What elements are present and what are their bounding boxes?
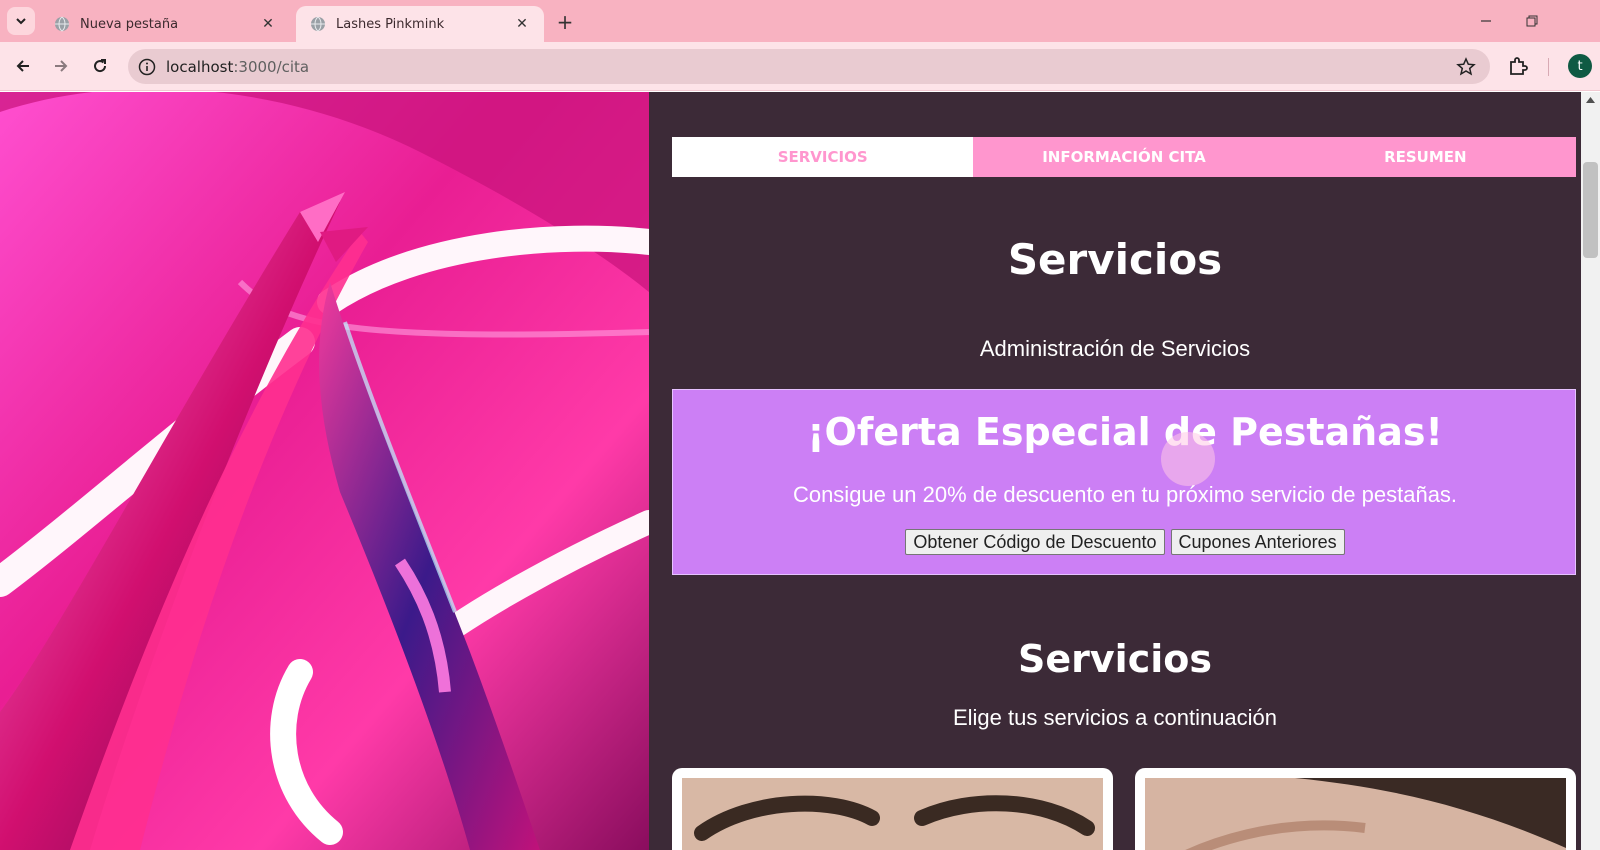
admin-section-subtitle: Administración de Servicios <box>979 336 1251 361</box>
site-info-icon[interactable] <box>138 58 156 76</box>
scroll-up-arrow-icon[interactable] <box>1585 96 1596 104</box>
back-button[interactable] <box>8 51 38 81</box>
toolbar-divider <box>1548 58 1549 76</box>
forward-button[interactable] <box>46 51 76 81</box>
eyelash-photo <box>1145 778 1566 850</box>
url-path: :3000/cita <box>233 57 310 76</box>
offer-actions: Obtener Código de Descuento Cupones Ante… <box>673 529 1577 555</box>
close-tab-icon[interactable]: ✕ <box>512 14 532 34</box>
extensions-puzzle-icon[interactable] <box>1506 54 1530 78</box>
services-section-title: Servicios <box>1018 637 1212 681</box>
eyebrows-photo <box>682 778 1103 850</box>
tab-resumen[interactable]: RESUMEN <box>1274 137 1576 177</box>
new-tab-button[interactable]: + <box>552 9 578 35</box>
minimize-button[interactable] <box>1472 8 1500 34</box>
tab-search-button[interactable] <box>7 7 35 35</box>
arrow-right-icon <box>55 60 68 72</box>
service-card[interactable] <box>1135 768 1576 850</box>
minimize-icon <box>1481 20 1491 22</box>
close-tab-icon[interactable]: ✕ <box>258 14 278 34</box>
address-bar[interactable]: localhost:3000/cita <box>128 49 1490 84</box>
cursor-highlight <box>1161 432 1215 486</box>
services-section-subtitle: Elige tus servicios a continuación <box>952 705 1278 730</box>
offer-title: ¡Oferta Especial de Pestañas! <box>807 410 1443 454</box>
tab-lashes-pinkmink[interactable]: Lashes Pinkmink ✕ <box>296 6 544 42</box>
restore-button[interactable] <box>1518 8 1546 34</box>
reload-button[interactable] <box>85 51 115 81</box>
get-discount-code-button[interactable]: Obtener Código de Descuento <box>905 529 1165 555</box>
offer-description: Consigue un 20% de descuento en tu próxi… <box>792 482 1458 507</box>
hero-illustration <box>0 92 649 850</box>
restore-icon <box>1526 15 1538 27</box>
arrow-left-icon <box>16 60 29 72</box>
service-card[interactable] <box>672 768 1113 850</box>
globe-icon <box>55 16 69 32</box>
globe-icon <box>311 16 325 32</box>
browser-tab-strip: Nueva pestaña ✕ Lashes Pinkmink ✕ + <box>0 0 1600 42</box>
tab-title: Nueva pestaña <box>80 16 179 32</box>
special-offer-banner: ¡Oferta Especial de Pestañas! Consigue u… <box>672 389 1576 575</box>
profile-avatar[interactable]: t <box>1568 54 1592 78</box>
chevron-down-icon <box>16 18 26 25</box>
scrollbar-thumb[interactable] <box>1583 162 1598 258</box>
page-viewport: SERVICIOS INFORMACIÓN CITA RESUMEN Servi… <box>0 92 1600 850</box>
tab-title: Lashes Pinkmink <box>336 16 445 32</box>
main-content: SERVICIOS INFORMACIÓN CITA RESUMEN Servi… <box>649 92 1581 850</box>
tab-nueva-pestana[interactable]: Nueva pestaña ✕ <box>40 6 290 42</box>
url-text[interactable]: localhost:3000/cita <box>166 58 309 76</box>
tab-servicios[interactable]: SERVICIOS <box>672 137 974 177</box>
url-host: localhost <box>166 57 234 76</box>
tab-informacion-cita[interactable]: INFORMACIÓN CITA <box>973 137 1275 177</box>
previous-coupons-button[interactable]: Cupones Anteriores <box>1170 529 1345 555</box>
page-scrollbar[interactable] <box>1581 92 1600 850</box>
step-tabs: SERVICIOS INFORMACIÓN CITA RESUMEN <box>672 137 1576 177</box>
neon-tweezers-image <box>0 92 649 850</box>
bookmark-star-icon[interactable] <box>1456 57 1476 77</box>
browser-toolbar: localhost:3000/cita t <box>0 42 1600 91</box>
reload-icon <box>94 59 107 73</box>
admin-section-title: Servicios <box>1007 235 1223 284</box>
